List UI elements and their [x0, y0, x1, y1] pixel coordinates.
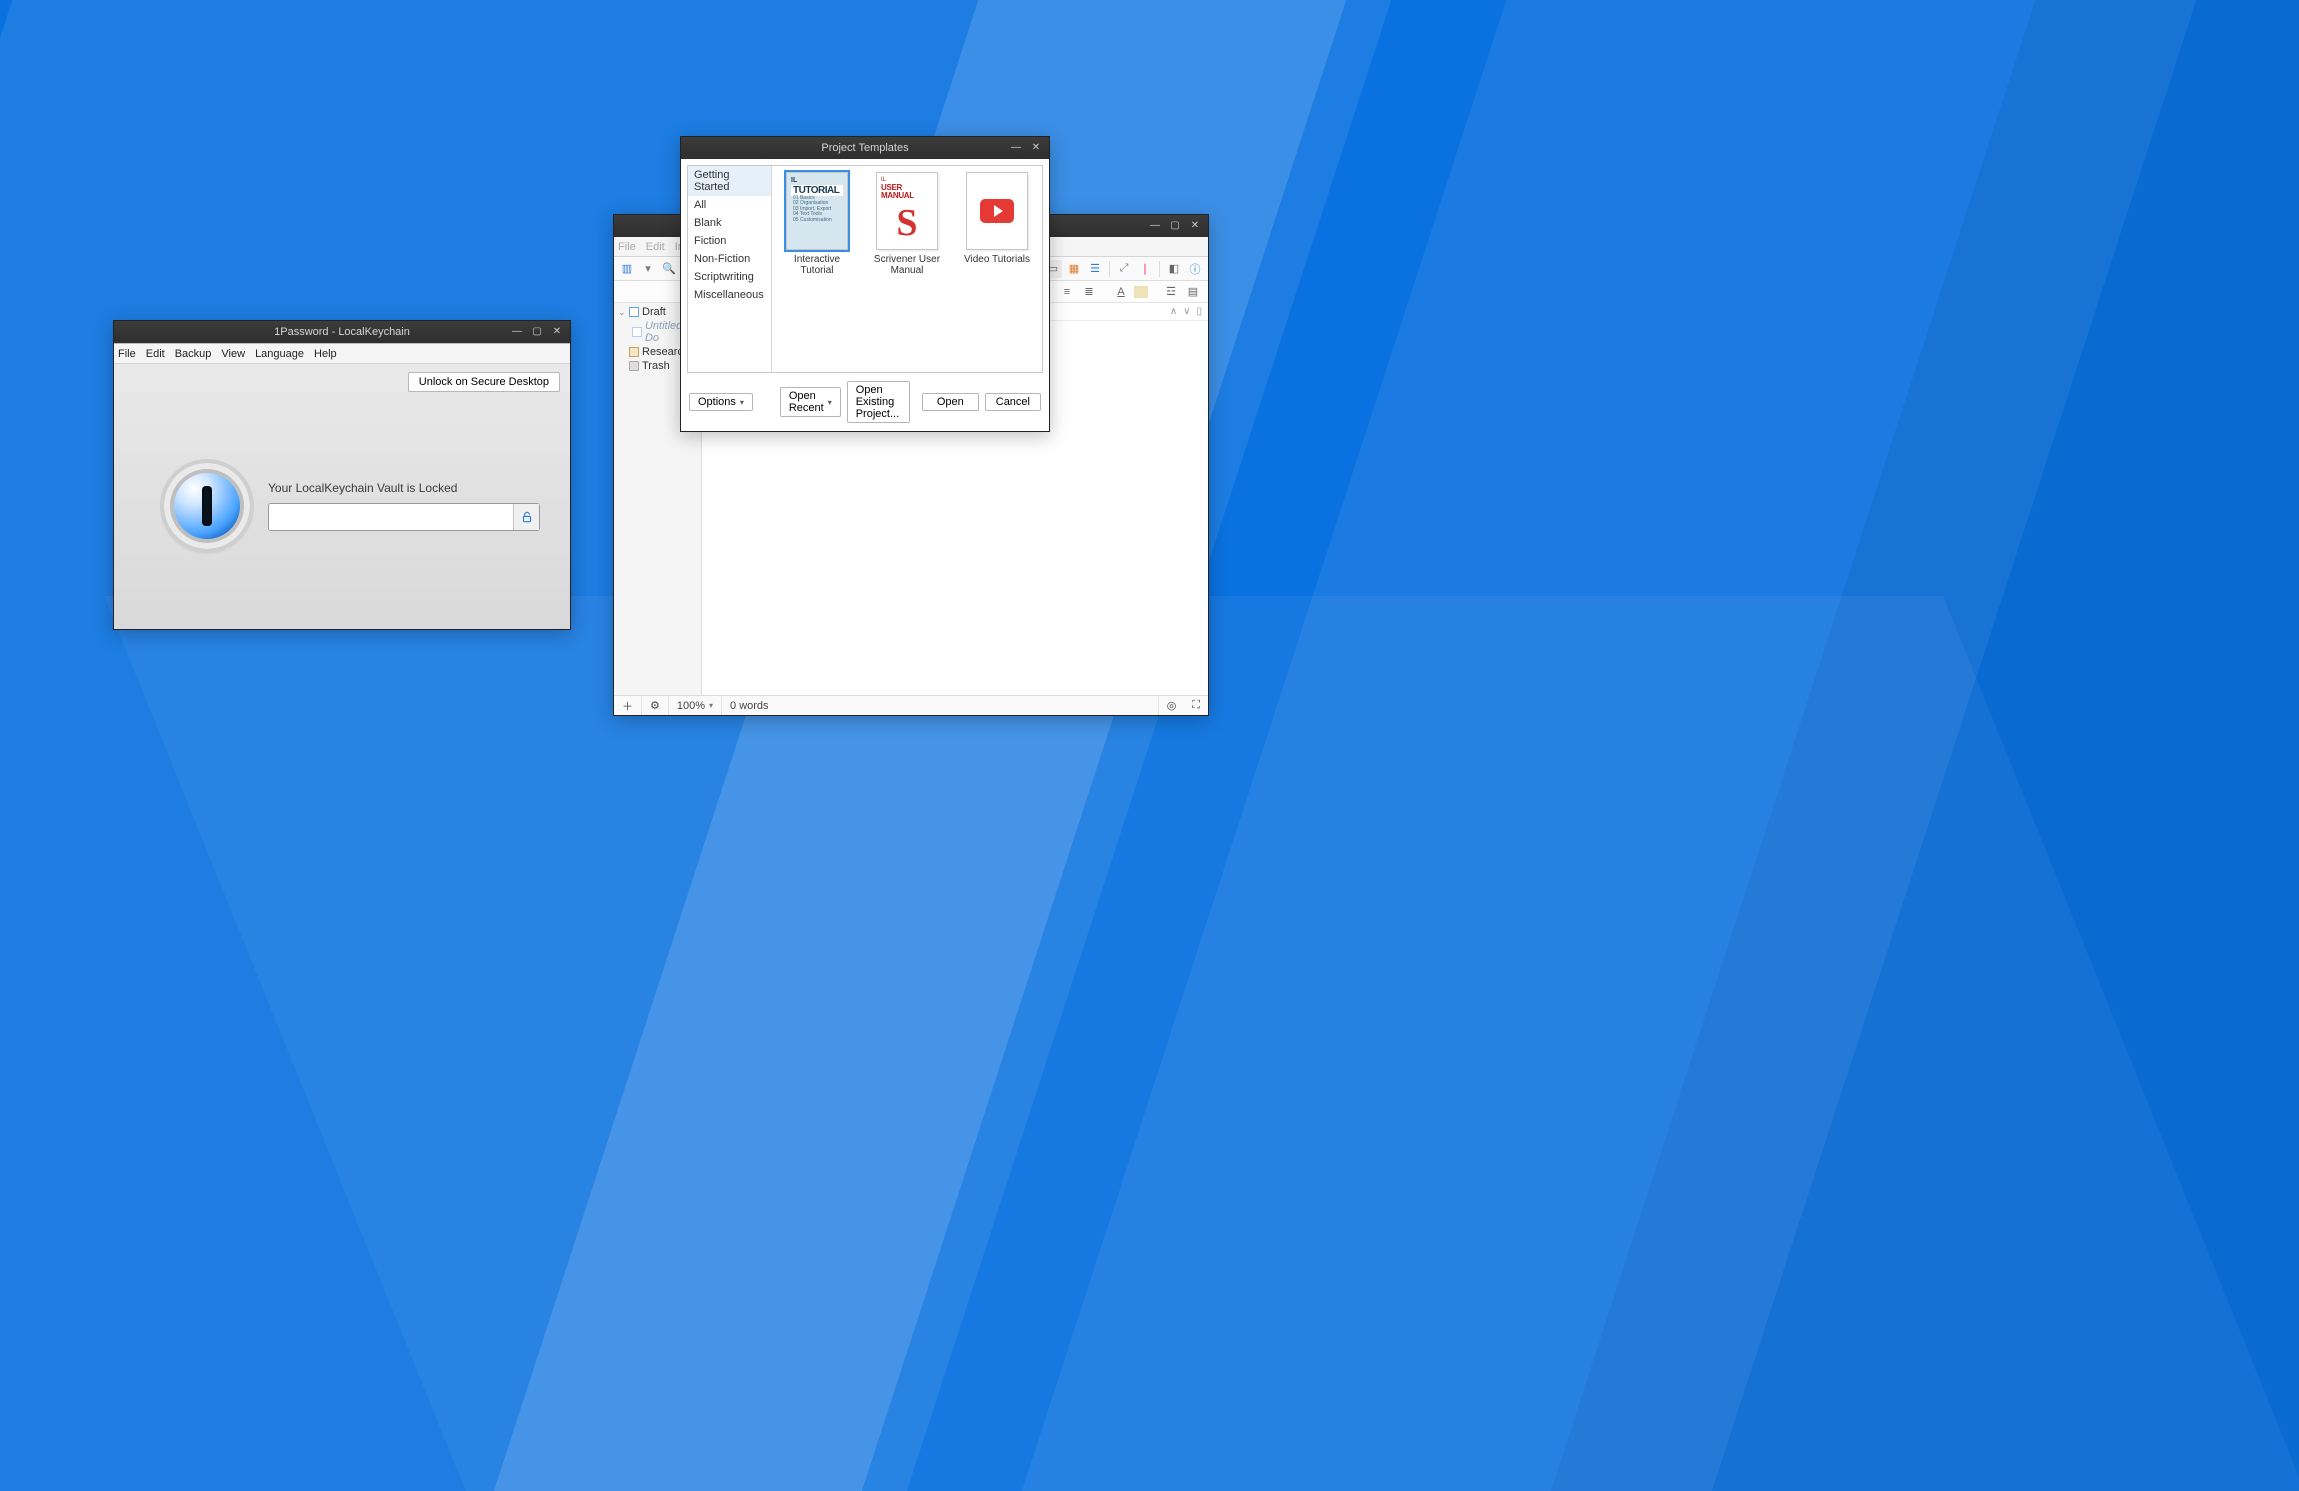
category-blank[interactable]: Blank [688, 214, 771, 232]
onepassword-titlebar[interactable]: 1Password - LocalKeychain — ▢ ✕ [114, 321, 570, 343]
templates-title: Project Templates [681, 142, 1049, 154]
binder-label: Trash [642, 360, 670, 372]
onepassword-title: 1Password - LocalKeychain [114, 326, 570, 338]
maximize-button[interactable]: ▢ [1166, 217, 1184, 233]
view-outline-icon[interactable]: ☰ [1086, 260, 1104, 278]
menu-edit[interactable]: Edit [646, 241, 665, 253]
lock-area: Your LocalKeychain Vault is Locked [114, 392, 570, 629]
template-video-tutorials[interactable]: Video Tutorials [958, 172, 1036, 265]
video-thumb-icon [966, 172, 1028, 250]
keyhole-icon [164, 463, 250, 549]
nav-next-icon[interactable]: ∨ [1183, 306, 1190, 317]
close-button[interactable]: ✕ [1027, 139, 1045, 155]
status-add-icon[interactable]: ＋ [614, 698, 641, 714]
template-interactive-tutorial[interactable]: IL TUTORIAL 01 Basics 02 Organisation 03… [778, 172, 856, 276]
tutorial-thumb-icon: IL TUTORIAL 01 Basics 02 Organisation 03… [786, 172, 848, 250]
close-button[interactable]: ✕ [1186, 217, 1204, 233]
research-folder-icon [629, 347, 639, 357]
status-bar: ＋ ⚙ 100% ▾ 0 words ◎ ⛶ [614, 695, 1208, 715]
list-icon[interactable]: ☲ [1162, 284, 1180, 300]
document-icon [632, 327, 642, 337]
onepassword-window: 1Password - LocalKeychain — ▢ ✕ File Edi… [113, 320, 571, 630]
word-count: 0 words [722, 700, 1158, 712]
split-icon[interactable]: ▯ [1196, 306, 1202, 317]
template-label: Video Tutorials [964, 254, 1030, 265]
menu-file[interactable]: File [118, 348, 136, 360]
template-user-manual[interactable]: IL USERMANUAL S Scrivener User Manual [868, 172, 946, 276]
zoom-value: 100% [677, 700, 705, 712]
status-gear-icon[interactable]: ⚙ [642, 699, 668, 712]
project-templates-dialog: Project Templates — ✕ Getting Started Al… [680, 136, 1050, 432]
templates-footer: Options▾ Open Recent▾ Open Existing Proj… [681, 377, 1049, 431]
search-icon[interactable]: 🔍 [660, 260, 678, 278]
cancel-button[interactable]: Cancel [985, 393, 1041, 411]
category-getting-started[interactable]: Getting Started [688, 166, 771, 196]
open-button[interactable]: Open [922, 393, 979, 411]
minimize-button[interactable]: — [1146, 217, 1164, 233]
password-row [268, 503, 540, 531]
category-misc[interactable]: Miscellaneous [688, 286, 771, 304]
target-icon[interactable]: ◎ [1159, 699, 1185, 712]
binder-label: Draft [642, 306, 666, 318]
menu-edit[interactable]: Edit [146, 348, 165, 360]
trash-icon [629, 361, 639, 371]
menu-file[interactable]: File [618, 241, 636, 253]
category-fiction[interactable]: Fiction [688, 232, 771, 250]
unlock-icon[interactable] [513, 504, 539, 530]
close-button[interactable]: ✕ [548, 323, 566, 339]
table-icon[interactable]: ▤ [1184, 284, 1202, 300]
text-color-icon[interactable]: A [1112, 284, 1130, 300]
metadata-icon[interactable]: ◧ [1165, 260, 1183, 278]
binder-toggle-icon[interactable]: ▥ [618, 260, 636, 278]
menu-backup[interactable]: Backup [175, 348, 212, 360]
template-label: Interactive Tutorial [778, 254, 856, 276]
minimize-button[interactable]: — [508, 323, 526, 339]
locked-message: Your LocalKeychain Vault is Locked [268, 481, 540, 495]
menu-view[interactable]: View [221, 348, 245, 360]
youtube-play-icon [980, 199, 1014, 223]
category-nonfiction[interactable]: Non-Fiction [688, 250, 771, 268]
category-all[interactable]: All [688, 196, 771, 214]
zoom-control[interactable]: 100% ▾ [669, 700, 721, 712]
options-button[interactable]: Options▾ [689, 393, 753, 411]
nav-prev-icon[interactable]: ∧ [1170, 306, 1177, 317]
open-recent-button[interactable]: Open Recent▾ [780, 387, 841, 417]
menu-language[interactable]: Language [255, 348, 304, 360]
template-label: Scrivener User Manual [868, 254, 946, 276]
templates-titlebar[interactable]: Project Templates — ✕ [681, 137, 1049, 159]
align-justify-icon[interactable]: ≣ [1080, 284, 1098, 300]
view-corkboard-icon[interactable]: ▦ [1065, 260, 1083, 278]
open-existing-button[interactable]: Open Existing Project... [847, 381, 910, 423]
bookmark-icon[interactable]: ❘ [1136, 260, 1154, 278]
menu-help[interactable]: Help [314, 348, 337, 360]
compose-icon[interactable]: ⤢ [1115, 260, 1133, 278]
maximize-button[interactable]: ▢ [528, 323, 546, 339]
master-password-input[interactable] [269, 504, 513, 530]
onepassword-menubar: File Edit Backup View Language Help [114, 344, 570, 364]
toolbar-dropdown-icon[interactable]: ▾ [639, 260, 657, 278]
unlock-secure-desktop-button[interactable]: Unlock on Secure Desktop [408, 372, 560, 392]
fullscreen-icon[interactable]: ⛶ [1184, 699, 1208, 712]
manual-thumb-icon: IL USERMANUAL S [876, 172, 938, 250]
category-scriptwriting[interactable]: Scriptwriting [688, 268, 771, 286]
template-grid: IL TUTORIAL 01 Basics 02 Organisation 03… [772, 166, 1042, 372]
minimize-button[interactable]: — [1007, 139, 1025, 155]
inspector-icon[interactable]: ⓘ [1186, 260, 1204, 278]
align-right-icon[interactable]: ≡ [1058, 284, 1076, 300]
folder-icon [629, 307, 639, 317]
category-list[interactable]: Getting Started All Blank Fiction Non-Fi… [688, 166, 772, 372]
highlight-icon[interactable] [1134, 286, 1148, 298]
